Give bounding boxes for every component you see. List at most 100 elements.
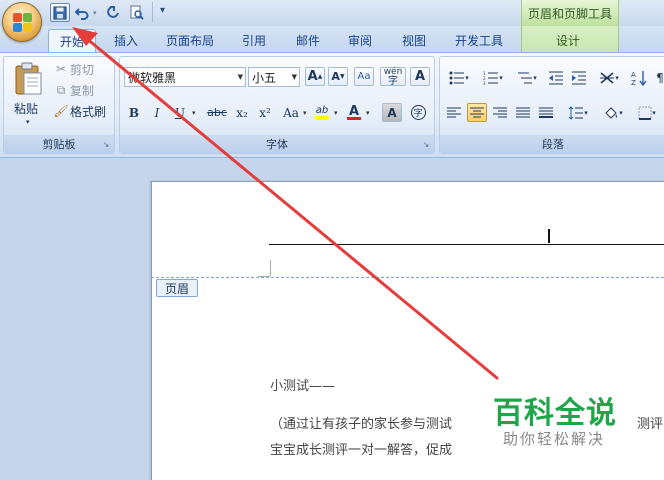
font-group-label: 字体 [120,135,434,153]
qat-separator [152,2,153,22]
tab-home[interactable]: 开始 [48,29,96,52]
strikethrough-icon: abc [207,106,227,119]
format-painter-button[interactable]: 🖌 格式刷 [52,101,112,121]
tab-view[interactable]: 视图 [392,29,436,52]
chinese-layout-button[interactable]: ▾ [594,68,624,87]
header-underline [269,244,664,245]
highlight-button[interactable]: ab [312,103,332,122]
tab-insert[interactable]: 插入 [104,29,148,52]
pilcrow-icon: ¶ [656,70,664,85]
highlight-dropdown-icon[interactable]: ▾ [334,109,338,117]
chevron-down-icon: ▾ [499,73,503,82]
char-shading-icon: A [387,105,397,120]
clipboard-group-label: 剪贴板 [4,135,114,153]
char-shading-button[interactable]: A [382,103,402,122]
change-case-dropdown-icon[interactable]: ▾ [303,109,307,117]
undo-dropdown-icon[interactable]: ▾ [93,9,97,17]
svg-text:A: A [631,71,636,79]
cut-button[interactable]: ✂ 剪切 [52,59,112,79]
line-spacing-button[interactable]: ▾ [563,103,593,122]
justify-icon [516,107,530,117]
underline-button[interactable]: U [170,103,190,122]
subscript-button[interactable]: x₂ [232,103,252,122]
distributed-icon [539,107,553,118]
shrink-font-button[interactable]: A ▼ [328,67,348,86]
sort-button[interactable]: AZ [628,68,650,87]
numbering-button[interactable]: 123 ▾ [478,68,508,87]
font-launcher-icon[interactable]: ↘ [421,140,431,150]
tab-review[interactable]: 审阅 [338,29,382,52]
phonetic-guide-button[interactable]: wén 字 [380,67,406,86]
customize-qat-icon[interactable]: ▾ [160,5,165,16]
underline-dropdown-icon[interactable]: ▾ [192,109,196,117]
bold-button[interactable]: B [124,103,144,122]
align-center-button[interactable] [467,103,487,122]
font-size-select[interactable]: 小五 ▼ [248,67,300,87]
align-right-button[interactable] [490,103,510,122]
enclose-char-button[interactable]: 字 [408,103,428,122]
superscript-icon: x² [259,105,271,120]
italic-button[interactable]: I [147,103,167,122]
font-size-value: 小五 [252,70,277,85]
grow-font-button[interactable]: A ▲ [305,67,325,86]
svg-text:Z: Z [631,79,636,86]
line-spacing-icon [568,105,584,120]
cut-label: 剪切 [70,62,95,77]
print-preview-icon[interactable] [126,3,146,22]
bullets-button[interactable]: ▾ [444,68,474,87]
tab-references[interactable]: 引用 [232,29,276,52]
clipboard-launcher-icon[interactable]: ↘ [101,140,111,150]
tab-mailings[interactable]: 邮件 [286,29,330,52]
tab-page-layout[interactable]: 页面布局 [158,29,222,52]
highlight-color-swatch [315,115,329,120]
show-marks-button[interactable]: ¶ [654,68,664,87]
font-name-select[interactable]: 微软雅黑 ▼ [124,67,246,87]
chinese-layout-icon [600,71,615,84]
justify-button[interactable] [513,103,533,122]
office-button[interactable] [2,2,42,42]
chevron-down-icon: ▾ [652,108,656,117]
superscript-button[interactable]: x² [255,103,275,122]
strikethrough-button[interactable]: abc [204,103,230,122]
header-boundary-line [151,277,664,278]
chevron-down-icon: ▾ [615,73,619,82]
chevron-down-icon: ▼ [291,73,297,81]
align-left-button[interactable] [444,103,464,122]
font-name-value: 微软雅黑 [128,70,177,85]
tab-developer[interactable]: 开发工具 [446,29,512,52]
subscript-icon: x₂ [236,105,248,120]
chevron-down-icon: ▾ [533,73,537,82]
paste-dropdown-icon: ▾ [26,118,30,126]
copy-label: 复制 [70,83,95,98]
undo-icon[interactable] [72,3,92,22]
header-tag[interactable]: 页眉 [156,279,198,297]
distributed-button[interactable] [536,103,556,122]
copy-button[interactable]: ⧉ 复制 [52,80,112,100]
font-color-dropdown-icon[interactable]: ▾ [366,109,370,117]
sort-icon: AZ [631,70,647,86]
chevron-down-icon: ▾ [584,108,588,117]
watermark: 百科全说 助你轻松解决 [483,388,633,458]
change-case-button[interactable]: Aa [279,103,303,122]
office-logo-icon [13,13,33,33]
char-border-button[interactable]: A [410,67,430,86]
clear-formatting-button[interactable]: Aa [354,67,374,86]
redo-icon[interactable] [103,3,123,22]
format-painter-label: 格式刷 [70,104,107,119]
paste-button[interactable]: 粘贴 ▾ [10,60,48,130]
clear-formatting-icon: Aa [357,71,371,82]
increase-indent-button[interactable] [569,68,589,87]
chevron-down-icon: ▼ [237,73,243,81]
watermark-title: 百科全说 [493,396,617,431]
doc-line-2-tail: 测评 [637,417,664,432]
shading-button[interactable]: ▾ [598,103,628,122]
margin-corner-mark [270,260,271,276]
font-color-button[interactable]: A [344,103,364,122]
save-icon[interactable] [50,3,70,22]
decrease-indent-button[interactable] [546,68,566,87]
tab-design[interactable]: 设计 [540,29,596,52]
borders-button[interactable]: ▾ [632,103,662,122]
paragraph-group-label: 段落 [440,135,664,153]
multilevel-list-button[interactable]: ▾ [512,68,542,87]
chevron-down-icon: ▾ [465,73,469,82]
